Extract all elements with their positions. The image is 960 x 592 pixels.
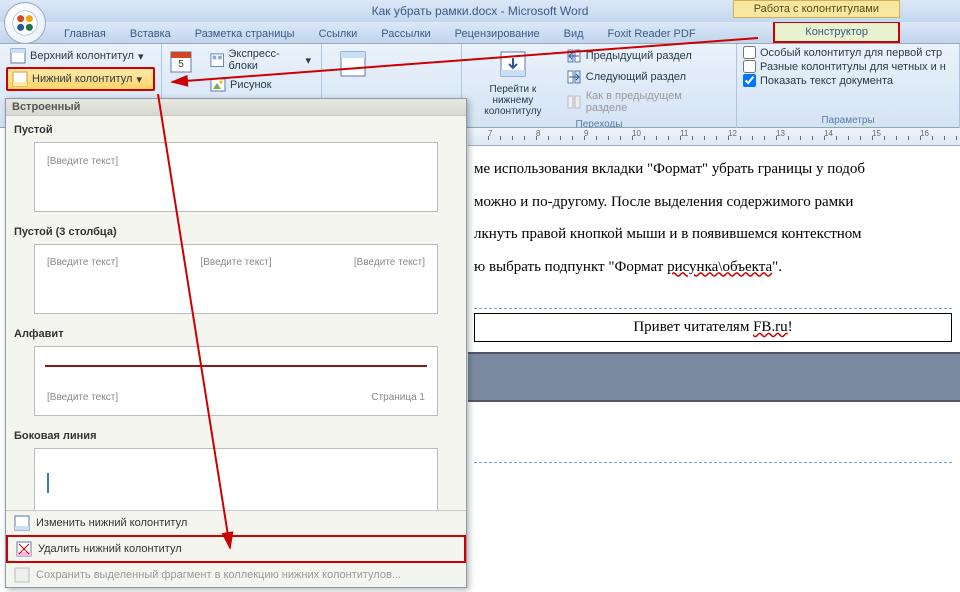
show-text-checkbox[interactable]: Показать текст документа [743,74,946,87]
tab-designer[interactable]: Конструктор [773,21,900,43]
remove-footer-label: Удалить нижний колонтитул [38,543,182,555]
page-break-gap [468,352,960,402]
sideline-bar [47,473,49,493]
picture-button[interactable]: Рисунок [206,75,315,95]
gallery-item-alphabet[interactable]: [Введите текст] Страница 1 [34,346,438,416]
footer-separator [474,308,952,309]
header-label: Верхний колонтитул [30,50,134,62]
first-page-checkbox[interactable]: Особый колонтитул для первой стр [743,46,946,59]
quick-parts-icon [210,52,224,68]
document-area: 78910111213141516 ме использования вклад… [468,128,960,592]
picture-icon [210,77,226,93]
link-previous-icon [566,94,582,110]
dropdown-arrow-icon: ▾ [138,50,144,63]
footer-dropdown[interactable]: Нижний колонтитул ▾ [6,67,155,91]
gallery-item-sideline[interactable] [34,448,438,510]
link-previous-label: Как в предыдущем разделе [586,90,726,114]
tab-view[interactable]: Вид [552,25,596,43]
placeholder-text: [Введите текст] [200,257,271,301]
date-time-button[interactable]: 5 [168,46,202,82]
edit-footer-icon [14,515,30,531]
tab-references[interactable]: Ссылки [307,25,370,43]
office-button[interactable] [4,2,46,44]
tab-foxit[interactable]: Foxit Reader PDF [596,25,708,43]
page-number-text: Страница 1 [371,392,425,403]
placeholder-text: [Введите текст] [47,392,118,403]
header-dropdown[interactable]: Верхний колонтитул ▾ [6,46,155,66]
footer-gallery-dropdown: Встроенный Пустой [Введите текст] Пустой… [5,98,467,588]
tab-mailings[interactable]: Рассылки [369,25,442,43]
tab-layout[interactable]: Разметка страницы [183,25,307,43]
gallery-item-sideline-title: Боковая линия [14,426,458,446]
placeholder-text: [Введите текст] [47,156,118,167]
show-text-label: Показать текст документа [760,75,893,87]
quick-parts-label: Экспресс-блоки [228,48,301,72]
date-icon: 5 [169,48,201,80]
footer-separator [474,462,952,463]
doc-paragraph: можно и по-другому. После выделения соде… [474,191,952,214]
gallery-item-blank-title: Пустой [14,120,458,140]
gallery-item-blank3-title: Пустой (3 столбца) [14,222,458,242]
prev-section-icon [566,48,582,64]
save-selection-item: Сохранить выделенный фрагмент в коллекци… [6,563,466,587]
goto-footer-label: Перейти к нижнему колонтитулу [472,84,554,117]
gallery-item-blank[interactable]: [Введите текст] [34,142,438,212]
remove-footer-item[interactable]: Удалить нижний колонтитул [6,535,466,563]
save-selection-label: Сохранить выделенный фрагмент в коллекци… [36,569,401,581]
gallery-item-blank3[interactable]: [Введите текст] [Введите текст] [Введите… [34,244,438,314]
gallery-header: Встроенный [6,99,466,116]
edit-footer-label: Изменить нижний колонтитул [36,517,187,529]
doc-paragraph: ме использования вкладки "Формат" убрать… [474,158,952,181]
footer-content[interactable]: Привет читателям FB.ru! [474,313,952,342]
picture-label: Рисунок [230,79,272,91]
prev-section-label: Предыдущий раздел [586,50,692,62]
tab-review[interactable]: Рецензирование [443,25,552,43]
goto-header-icon [337,48,369,80]
dropdown-arrow-icon: ▾ [136,73,142,86]
document-body[interactable]: ме использования вкладки "Формат" убрать… [468,146,960,463]
tab-home[interactable]: Главная [52,25,118,43]
doc-paragraph: ю выбрать подпункт "Формат рисунка\объек… [474,256,952,279]
footer-icon [12,71,28,87]
gallery-item-alphabet-title: Алфавит [14,324,458,344]
quick-parts-button[interactable]: Экспресс-блоки▾ [206,46,315,74]
tab-insert[interactable]: Вставка [118,25,183,43]
placeholder-text: [Введите текст] [354,257,425,301]
header-icon [10,48,26,64]
horizontal-ruler[interactable]: 78910111213141516 [468,128,960,146]
save-selection-icon [14,567,30,583]
remove-footer-icon [16,541,32,557]
footer-label: Нижний колонтитул [32,73,132,85]
next-section-button[interactable]: Следующий раздел [562,67,730,87]
placeholder-text: [Введите текст] [47,257,118,301]
next-section-icon [566,69,582,85]
options-group-label: Параметры [743,115,953,128]
svg-text:5: 5 [178,59,184,70]
link-previous-button[interactable]: Как в предыдущем разделе [562,88,730,116]
first-page-label: Особый колонтитул для первой стр [760,47,942,59]
goto-footer-button[interactable]: Перейти к нижнему колонтитулу [468,46,558,119]
next-section-label: Следующий раздел [586,71,686,83]
prev-section-button[interactable]: Предыдущий раздел [562,46,730,66]
doc-paragraph: лкнуть правой кнопкой мыши и в появившем… [474,223,952,246]
contextual-tab-label: Работа с колонтитулами [733,0,900,18]
edit-footer-item[interactable]: Изменить нижний колонтитул [6,511,466,535]
goto-footer-icon [497,48,529,80]
odd-even-label: Разные колонтитулы для четных и н [760,61,946,73]
odd-even-checkbox[interactable]: Разные колонтитулы для четных и н [743,60,946,73]
